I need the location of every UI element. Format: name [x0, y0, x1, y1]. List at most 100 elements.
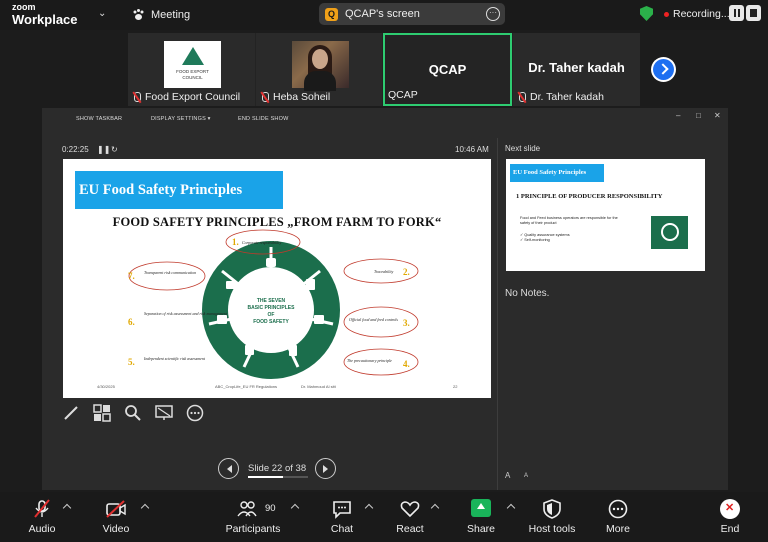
- increase-font-button[interactable]: A: [505, 471, 510, 480]
- host-tools-button[interactable]: Host tools: [525, 492, 579, 542]
- black-screen-icon[interactable]: [155, 404, 173, 422]
- speaker-notes: No Notes.: [505, 288, 550, 299]
- principle-label: The precautionary principle: [347, 358, 392, 363]
- magnifier-icon: [651, 216, 688, 249]
- zoom-magnifier-icon[interactable]: [124, 404, 142, 422]
- more-button[interactable]: More: [598, 492, 638, 542]
- participants-label: Participants: [225, 523, 281, 535]
- principle-label: Official food and feed controls: [349, 317, 398, 322]
- slide-footer-title: ABC_CropLife_EU FR Regulations: [215, 384, 278, 389]
- zoom-workplace-logo: zoom Workplace: [12, 2, 78, 26]
- precaution-icon: [289, 345, 297, 356]
- next-slide-title: EU Food Safety Principles: [513, 169, 587, 176]
- next-slide-preview[interactable]: EU Food Safety Principles 1 PRINCIPLE OF…: [506, 159, 705, 271]
- share-screen-button[interactable]: Share: [461, 492, 501, 542]
- center-line-4: FOOD SAFETY: [253, 319, 289, 325]
- share-options-caret[interactable]: [506, 503, 516, 513]
- presenter-menu: SHOW TASKBAR DISPLAY SETTINGS ▾ END SLID…: [42, 108, 728, 130]
- mic-muted-icon: [34, 499, 50, 518]
- organization-logo: FOOD EXPORT COUNCIL: [164, 41, 221, 88]
- participant-tile[interactable]: FOOD EXPORT COUNCIL Food Export Council: [128, 33, 255, 106]
- mic-muted-icon: [132, 91, 141, 103]
- science-icon: [245, 345, 254, 355]
- video-options-caret[interactable]: [140, 503, 150, 513]
- responsibility-icon: [266, 258, 276, 267]
- show-taskbar-button[interactable]: SHOW TASKBAR: [76, 116, 122, 122]
- screen-share-indicator[interactable]: Q QCAP's screen ···: [319, 3, 505, 25]
- center-line-2: BASIC PRINCIPLES: [248, 305, 296, 311]
- presenter-view: SHOW TASKBAR DISPLAY SETTINGS ▾ END SLID…: [42, 108, 728, 490]
- meeting-menu[interactable]: Meeting: [132, 8, 190, 21]
- mic-muted-icon: [260, 91, 269, 103]
- participants-button[interactable]: 90 Participants: [223, 492, 283, 542]
- host-tools-label: Host tools: [528, 523, 576, 535]
- react-options-caret[interactable]: [430, 503, 440, 513]
- principle-label: Separation of risk assessment and risk m…: [144, 311, 228, 316]
- more-options-icon[interactable]: ···: [486, 7, 500, 21]
- pen-icon[interactable]: [62, 404, 80, 422]
- stop-recording-button[interactable]: [746, 5, 761, 21]
- recording-label: Recording...: [673, 8, 730, 20]
- security-shield-icon[interactable]: [640, 6, 653, 21]
- maximize-icon[interactable]: □: [696, 111, 701, 120]
- chevron-down-icon[interactable]: ⌄: [98, 8, 106, 19]
- participant-name-label: Dr. Taher kadah: [530, 91, 604, 103]
- audio-label: Audio: [28, 523, 56, 535]
- screen-share-label: QCAP's screen: [345, 8, 420, 20]
- next-slide-bullet: Food and Feed business operators are res…: [520, 216, 618, 225]
- participant-name: Heba Soheil: [260, 91, 330, 103]
- next-slide-button[interactable]: [315, 458, 336, 479]
- minimize-icon[interactable]: –: [676, 111, 680, 120]
- participants-icon: [237, 501, 257, 517]
- slide-counter: Slide 22 of 38: [248, 463, 307, 474]
- more-options-icon[interactable]: [186, 404, 204, 422]
- previous-slide-button[interactable]: [218, 458, 239, 479]
- photo-body: [304, 71, 336, 91]
- display-settings-button[interactable]: DISPLAY SETTINGS ▾: [151, 116, 211, 122]
- participant-display-name: Dr. Taher kadah: [528, 60, 625, 75]
- zoom-meeting-window: zoom Workplace ⌄ Meeting Q QCAP's screen…: [0, 0, 768, 542]
- participant-tile[interactable]: Dr. Taher kadah Dr. Taher kadah: [513, 33, 640, 106]
- see-all-slides-icon[interactable]: [93, 404, 111, 422]
- end-x-icon: [720, 499, 740, 519]
- recording-indicator: Recording...: [664, 8, 730, 20]
- slide-footer-date: 4/30/2025: [97, 384, 115, 389]
- end-label: End: [720, 523, 740, 535]
- participant-name-label: QCAP: [388, 89, 418, 101]
- video-button[interactable]: Video: [96, 492, 136, 542]
- close-icon[interactable]: ✕: [714, 111, 721, 120]
- separation-icon: [217, 315, 227, 324]
- react-button[interactable]: React: [390, 492, 430, 542]
- next-participants-button[interactable]: [651, 57, 676, 82]
- participant-name-label: Heba Soheil: [273, 91, 331, 103]
- pause-timer-icon[interactable]: ❚❚: [97, 145, 110, 154]
- paw-icon: [133, 9, 144, 20]
- active-speaker-tile[interactable]: QCAP QCAP: [383, 33, 512, 106]
- chat-button[interactable]: Chat: [322, 492, 362, 542]
- participant-name: Food Export Council: [132, 91, 240, 103]
- principle-label: Independent scientific risk assessment: [143, 356, 206, 361]
- end-meeting-button[interactable]: End: [710, 492, 750, 542]
- more-dots-icon: [608, 499, 628, 519]
- chat-options-caret[interactable]: [364, 503, 374, 513]
- participants-options-caret[interactable]: [290, 503, 300, 513]
- current-time: 10:46 AM: [455, 145, 489, 154]
- decrease-font-button[interactable]: A: [524, 473, 528, 479]
- restart-timer-icon[interactable]: ↻: [111, 145, 118, 154]
- sharer-avatar-icon: Q: [325, 7, 338, 21]
- principle-number: 7.: [128, 271, 135, 281]
- principle-number: 3.: [403, 318, 410, 328]
- participant-display-name: QCAP: [428, 62, 467, 77]
- pause-recording-button[interactable]: [729, 5, 744, 21]
- share-arrow-icon: [471, 499, 491, 517]
- participant-tile[interactable]: Heba Soheil: [256, 33, 382, 106]
- participant-photo: [292, 41, 349, 91]
- video-label: Video: [102, 523, 130, 535]
- pane-divider[interactable]: [497, 138, 498, 490]
- photo-face: [312, 49, 328, 69]
- end-slide-show-button[interactable]: END SLIDE SHOW: [238, 116, 288, 122]
- participant-count: 90: [265, 503, 276, 514]
- audio-button[interactable]: Audio: [22, 492, 62, 542]
- more-label: More: [606, 523, 630, 535]
- audio-options-caret[interactable]: [62, 503, 72, 513]
